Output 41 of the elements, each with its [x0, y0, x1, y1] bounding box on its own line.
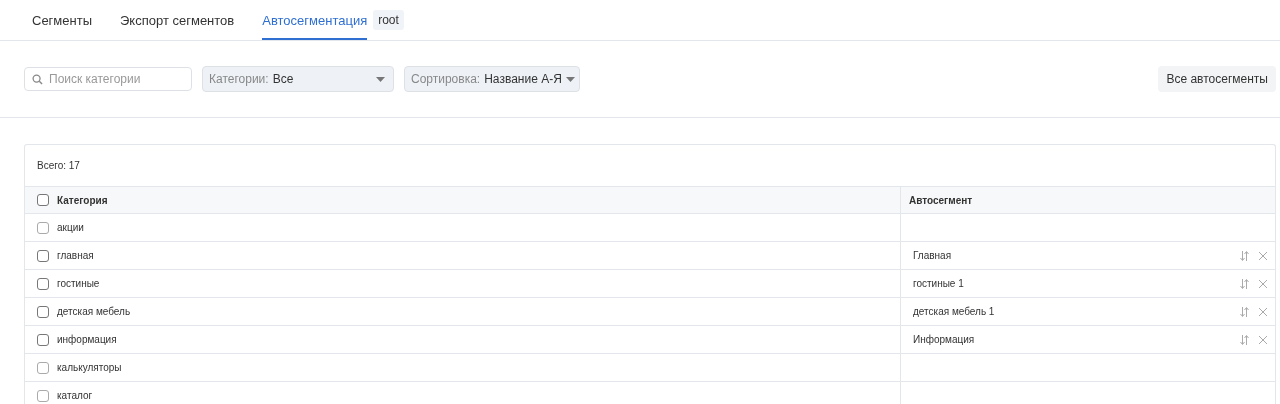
tab[interactable]: Экспорт сегментов	[120, 0, 235, 40]
table-cell: детская мебель 1	[913, 306, 995, 317]
filter-dropdown[interactable]: Категории: Все	[202, 66, 394, 92]
caret-icon	[376, 76, 385, 82]
caret-icon	[565, 76, 575, 82]
total-count: Всего: 17	[37, 160, 80, 171]
all-autosegments-button[interactable]: Все автосегменты	[1158, 66, 1276, 92]
sort-icon[interactable]	[1240, 250, 1249, 261]
close-icon[interactable]	[1259, 335, 1267, 344]
column-header: Категория	[57, 194, 108, 206]
close-icon[interactable]	[1259, 307, 1267, 316]
table-cell: гостиные 1	[913, 278, 964, 289]
table-cell: информация	[57, 334, 117, 345]
close-icon[interactable]	[1259, 251, 1267, 260]
search-icon	[32, 74, 43, 85]
table-cell: калькуляторы	[57, 362, 122, 373]
sort-icon[interactable]	[1240, 334, 1249, 345]
sort-icon[interactable]	[1240, 278, 1249, 289]
sort-icon[interactable]	[1240, 306, 1249, 317]
row-checkbox[interactable]	[37, 277, 49, 290]
tab[interactable]: Сегменты	[32, 0, 92, 40]
table-cell: главная	[57, 250, 94, 261]
row-checkbox[interactable]	[37, 361, 49, 374]
table-cell: акции	[57, 222, 84, 233]
tab[interactable]: Автосегментация	[262, 0, 368, 40]
row-checkbox[interactable]	[37, 389, 49, 402]
select-all-checkbox[interactable]	[37, 194, 49, 206]
table-cell: Главная	[913, 250, 952, 261]
table-cell: гостиные	[57, 278, 100, 289]
column-header: Автосегмент	[909, 194, 973, 206]
row-checkbox[interactable]	[37, 249, 49, 262]
filter-dropdown[interactable]: Сортировка: Название А-Я	[404, 66, 580, 92]
table-cell: каталог	[57, 390, 93, 401]
user-badge: root	[373, 10, 404, 30]
row-checkbox[interactable]	[37, 221, 49, 234]
row-checkbox[interactable]	[37, 333, 49, 346]
close-icon[interactable]	[1259, 279, 1267, 288]
search-field[interactable]: Поиск категории	[24, 67, 192, 91]
row-checkbox[interactable]	[37, 305, 49, 318]
table-cell: детская мебель	[57, 306, 131, 317]
table-cell: Информация	[913, 334, 975, 345]
